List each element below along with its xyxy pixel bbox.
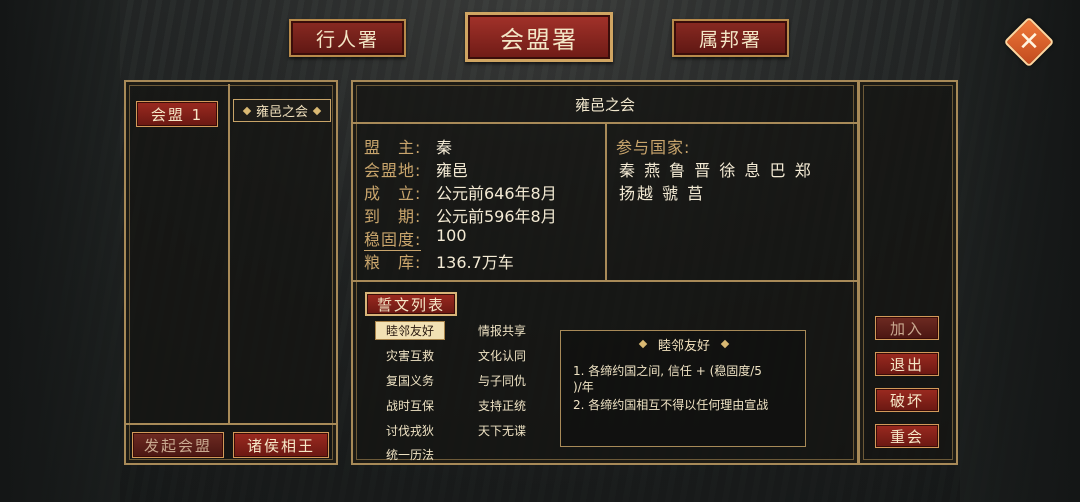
- expiry-value: 公元前596年8月: [436, 207, 557, 226]
- treaty-item[interactable]: 战时互保: [375, 396, 445, 415]
- tab-alliance-office[interactable]: 会盟署: [465, 12, 613, 62]
- location-value: 雍邑: [436, 161, 469, 180]
- resummit-button[interactable]: 重会: [875, 424, 939, 448]
- alliance-1-button[interactable]: 会盟 1: [136, 101, 218, 127]
- participants-line-2: 扬越 虢 莒: [619, 184, 706, 203]
- treaty-item[interactable]: 统一历法: [375, 445, 445, 464]
- treaty-item[interactable]: 灾害互救: [375, 346, 445, 365]
- detail-treaty-divider: [353, 280, 857, 282]
- treaty-item[interactable]: 支持正统: [467, 396, 537, 415]
- treaty-list-heading: 誓文列表: [365, 292, 457, 316]
- treaty-item[interactable]: 情报共享: [467, 321, 537, 340]
- tab-vassal-office[interactable]: 属邦署: [672, 19, 789, 57]
- treaty-item[interactable]: 与子同仇: [467, 371, 537, 390]
- location-label: 会盟地:: [364, 161, 422, 180]
- stability-value: 100: [436, 226, 467, 245]
- diamond-icon: [720, 339, 730, 349]
- alliance-list-panel: [124, 80, 338, 465]
- treaty-detail-line: )/年: [573, 380, 594, 394]
- background-right-trees: [960, 0, 1080, 502]
- treaty-item[interactable]: 睦邻友好: [375, 321, 445, 340]
- expiry-label: 到 期:: [364, 207, 422, 226]
- alliance-list-divider: [228, 84, 230, 424]
- founded-label: 成 立:: [364, 184, 422, 203]
- treaty-detail-title-row: 睦邻友好: [561, 333, 807, 355]
- leave-button[interactable]: 退出: [875, 352, 939, 376]
- treaty-detail-title: 睦邻友好: [657, 338, 710, 354]
- treaty-detail-line: 1. 各缔约国之间, 信任 + (稳固度/5: [573, 364, 762, 378]
- treaty-item[interactable]: 天下无谍: [467, 421, 537, 440]
- background-left-trees: [0, 0, 120, 502]
- break-button[interactable]: 破坏: [875, 388, 939, 412]
- diamond-icon: [242, 106, 252, 115]
- founded-value: 公元前646年8月: [436, 184, 557, 203]
- alliance-title: 雍邑之会: [574, 96, 635, 114]
- lords-king-button[interactable]: 诸侯相王: [233, 432, 329, 458]
- initiate-alliance-button[interactable]: 发起会盟: [132, 432, 224, 458]
- treaty-item[interactable]: 复国义务: [375, 371, 445, 390]
- granary-value: 136.7万车: [436, 253, 514, 272]
- granary-label: 粮 库:: [364, 253, 422, 272]
- detail-column-divider: [605, 124, 607, 281]
- participants-line-1: 秦 燕 鲁 晋 徐 息 巴 郑: [619, 161, 813, 180]
- join-button[interactable]: 加入: [875, 316, 939, 340]
- treaty-item[interactable]: 讨伐戎狄: [375, 421, 445, 440]
- participants-label: 参与国家:: [616, 138, 691, 157]
- close-icon[interactable]: ✕: [1011, 24, 1047, 60]
- alliance-chip[interactable]: 雍邑之会: [233, 99, 331, 122]
- leader-label: 盟 主:: [364, 138, 422, 157]
- treaty-detail-line: 2. 各缔约国相互不得以任何理由宣战: [573, 398, 769, 412]
- alliance-list-footer-divider: [126, 423, 336, 425]
- treaty-detail-box: 睦邻友好 1. 各缔约国之间, 信任 + (稳固度/5 )/年 2. 各缔约国相…: [560, 330, 806, 447]
- treaty-item[interactable]: 文化认同: [467, 346, 537, 365]
- diamond-icon: [312, 106, 322, 115]
- tab-envoy-office[interactable]: 行人署: [289, 19, 406, 57]
- diamond-icon: [638, 339, 648, 349]
- stability-label[interactable]: 稳固度:: [364, 226, 422, 251]
- leader-value: 秦: [436, 138, 453, 157]
- alliance-chip-label: 雍邑之会: [255, 105, 308, 120]
